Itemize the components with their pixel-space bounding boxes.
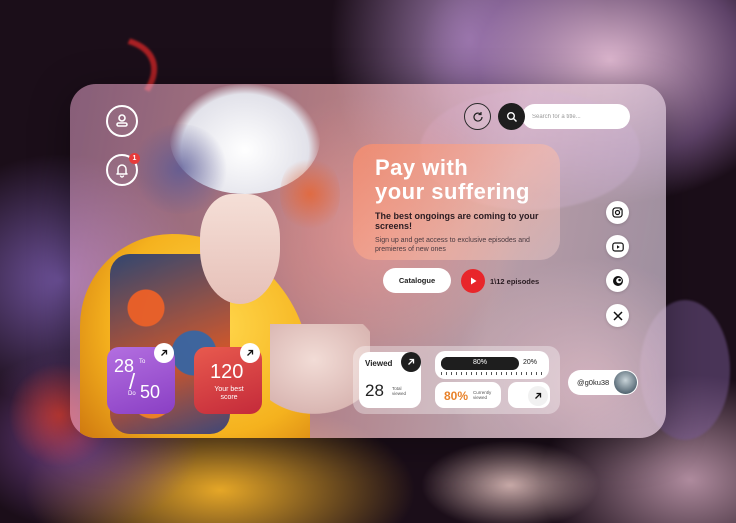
hero-description: Sign up and get access to exclusive epis…: [375, 237, 530, 253]
range-to-label: Do: [128, 391, 136, 397]
viewed-title: Viewed: [365, 359, 393, 368]
progress-right-label: 20%: [523, 359, 538, 366]
user-chip[interactable]: @g0ku38: [568, 370, 638, 395]
progress-ticks: [441, 372, 543, 375]
bell-icon: [116, 164, 128, 178]
avatar: [614, 371, 637, 394]
progress-left-label: 80%: [472, 359, 487, 366]
user-icon: [116, 114, 128, 127]
percent-label: Currently viewed: [473, 390, 492, 400]
range-to-value: 50: [140, 382, 161, 402]
instagram-icon: [612, 207, 623, 218]
percent-value: 80%: [444, 389, 469, 403]
score-label: Your best score: [214, 386, 244, 401]
search-button[interactable]: [498, 103, 525, 130]
episodes-count: 1\12 episodes: [490, 277, 540, 286]
notification-badge: 1: [129, 153, 140, 164]
search-input[interactable]: [522, 104, 630, 129]
play-button[interactable]: [461, 269, 485, 293]
refresh-icon: [472, 111, 483, 122]
hero-subtitle: The best ongoings are coming to your scr…: [375, 211, 539, 231]
progress-track: 80%: [441, 357, 519, 370]
score-card-arrow-button[interactable]: [240, 343, 260, 363]
x-icon: [612, 310, 623, 321]
hero-title-line2: your suffering: [375, 179, 530, 204]
youtube-icon: [611, 241, 624, 252]
percent-arrow-card: [508, 382, 550, 408]
refresh-button[interactable]: [464, 103, 491, 130]
score-value: 120: [210, 361, 244, 383]
profile-button[interactable]: [106, 105, 138, 137]
range-card-arrow-button[interactable]: [154, 343, 174, 363]
user-handle: @g0ku38: [577, 378, 610, 387]
crunchyroll-icon: [612, 275, 623, 286]
arrow-up-right-icon: [247, 349, 254, 356]
search-icon: [506, 111, 517, 122]
viewed-count: 28: [365, 381, 384, 400]
play-icon: [471, 277, 477, 285]
arrow-up-right-icon: [161, 349, 168, 356]
catalogue-button[interactable]: Catalogue: [383, 268, 451, 293]
arrow-up-right-icon: [535, 392, 542, 399]
range-from-label: To: [139, 359, 146, 365]
hero-title: Pay with your suffering: [375, 156, 575, 204]
youtube-button[interactable]: [606, 235, 629, 258]
x-button[interactable]: [606, 304, 629, 327]
percent-card: 80% Currently viewed: [435, 382, 501, 408]
crunchyroll-button[interactable]: [606, 269, 629, 292]
instagram-button[interactable]: [606, 201, 629, 224]
viewed-count-label: Total viewed: [392, 386, 407, 396]
viewed-arrow-button[interactable]: [401, 352, 421, 372]
notifications-button[interactable]: 1: [106, 153, 140, 186]
arrow-up-right-icon: [408, 358, 415, 365]
main-panel: 1 Pay with your suffering The best ongoi…: [70, 84, 666, 438]
percent-arrow-button[interactable]: [528, 386, 548, 406]
hero-title-line1: Pay with: [375, 155, 469, 180]
progress-card: 80% 20%: [435, 351, 549, 379]
